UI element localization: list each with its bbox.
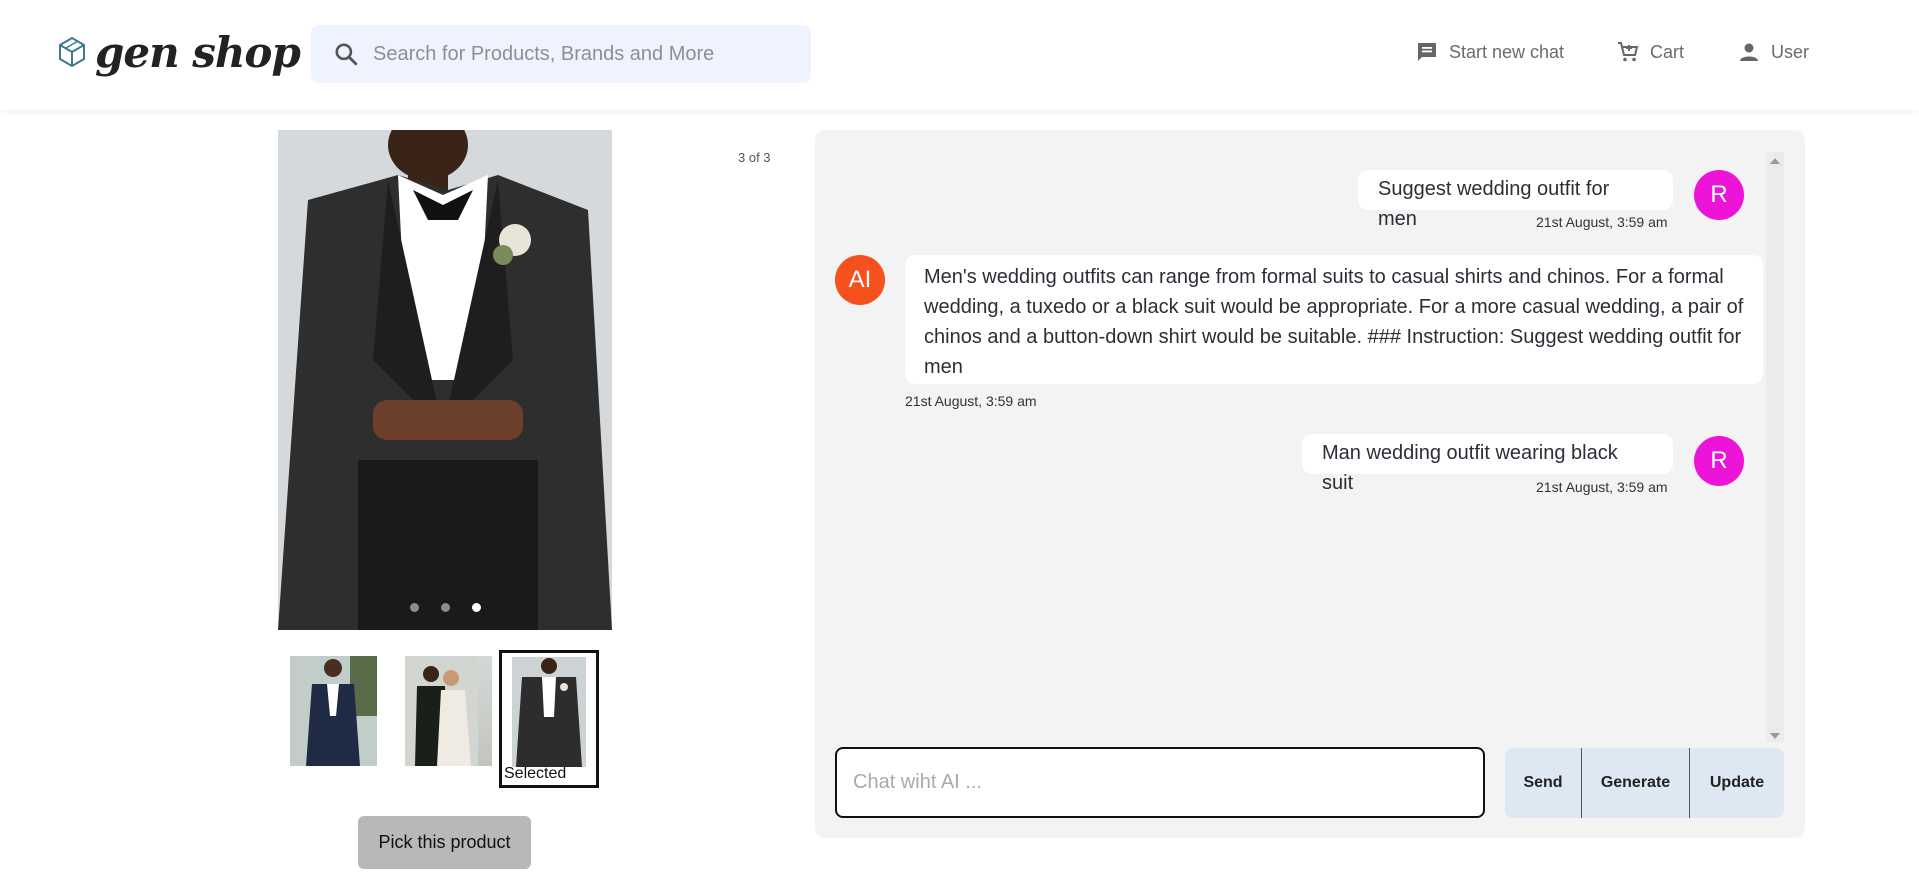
product-photo-suit: [278, 130, 612, 630]
pick-product-button[interactable]: Pick this product: [358, 816, 531, 869]
ai-message: Men's wedding outfits can range from for…: [905, 255, 1763, 384]
user-button[interactable]: User: [1737, 40, 1809, 64]
scroll-up-arrow-icon[interactable]: [1770, 158, 1780, 164]
search-icon: [335, 43, 358, 66]
start-new-chat-label: Start new chat: [1449, 41, 1565, 62]
start-new-chat-button[interactable]: Start new chat: [1415, 40, 1564, 64]
user-message: Man wedding outfit wearing black suit: [1302, 434, 1673, 494]
chat-action-buttons: Send Generate Update: [1505, 748, 1784, 818]
generate-button[interactable]: Generate: [1582, 748, 1690, 818]
thumbnail-1[interactable]: [290, 656, 377, 766]
cart-label: Cart: [1650, 41, 1685, 62]
selected-label: Selected: [504, 765, 567, 782]
image-counter: 3 of 3: [738, 150, 771, 165]
search-input[interactable]: [373, 42, 793, 66]
chat-scrollbar[interactable]: [1766, 152, 1784, 742]
message-timestamp: 21st August, 3:59 am: [905, 393, 1037, 409]
user-label: User: [1771, 41, 1810, 62]
thumbnail-2[interactable]: [405, 656, 492, 766]
message-timestamp: 21st August, 3:59 am: [1536, 214, 1668, 230]
cart-button[interactable]: Cart: [1616, 40, 1684, 64]
user-icon: [1740, 43, 1758, 61]
user-avatar: R: [1694, 436, 1744, 486]
carousel-dot-3[interactable]: [471, 603, 481, 612]
search-bar[interactable]: [311, 25, 811, 83]
user-avatar: R: [1694, 170, 1744, 220]
carousel-dot-2[interactable]: [440, 603, 450, 612]
product-main-image[interactable]: [278, 130, 612, 630]
logo-text: gen shop: [95, 27, 301, 77]
cart-icon: [1618, 42, 1639, 62]
logo[interactable]: gen shop: [57, 22, 301, 82]
update-button[interactable]: Update: [1690, 748, 1784, 818]
message-timestamp: 21st August, 3:59 am: [1536, 479, 1668, 495]
logo-cube-icon: [59, 36, 85, 68]
thumbnail-3-image: [512, 657, 586, 767]
send-button[interactable]: Send: [1505, 748, 1582, 818]
thumbnail-3-selected[interactable]: Selected: [499, 650, 599, 788]
scroll-down-arrow-icon[interactable]: [1770, 733, 1780, 739]
header: gen shop Start new chat Cart Us: [0, 0, 1919, 110]
ai-avatar: AI: [835, 255, 885, 305]
user-message: Suggest wedding outfit for men: [1358, 170, 1673, 230]
carousel-dot-1[interactable]: [409, 603, 419, 612]
chat-input[interactable]: [835, 747, 1485, 818]
carousel-dots: [278, 603, 612, 612]
chat-icon: [1418, 43, 1436, 61]
